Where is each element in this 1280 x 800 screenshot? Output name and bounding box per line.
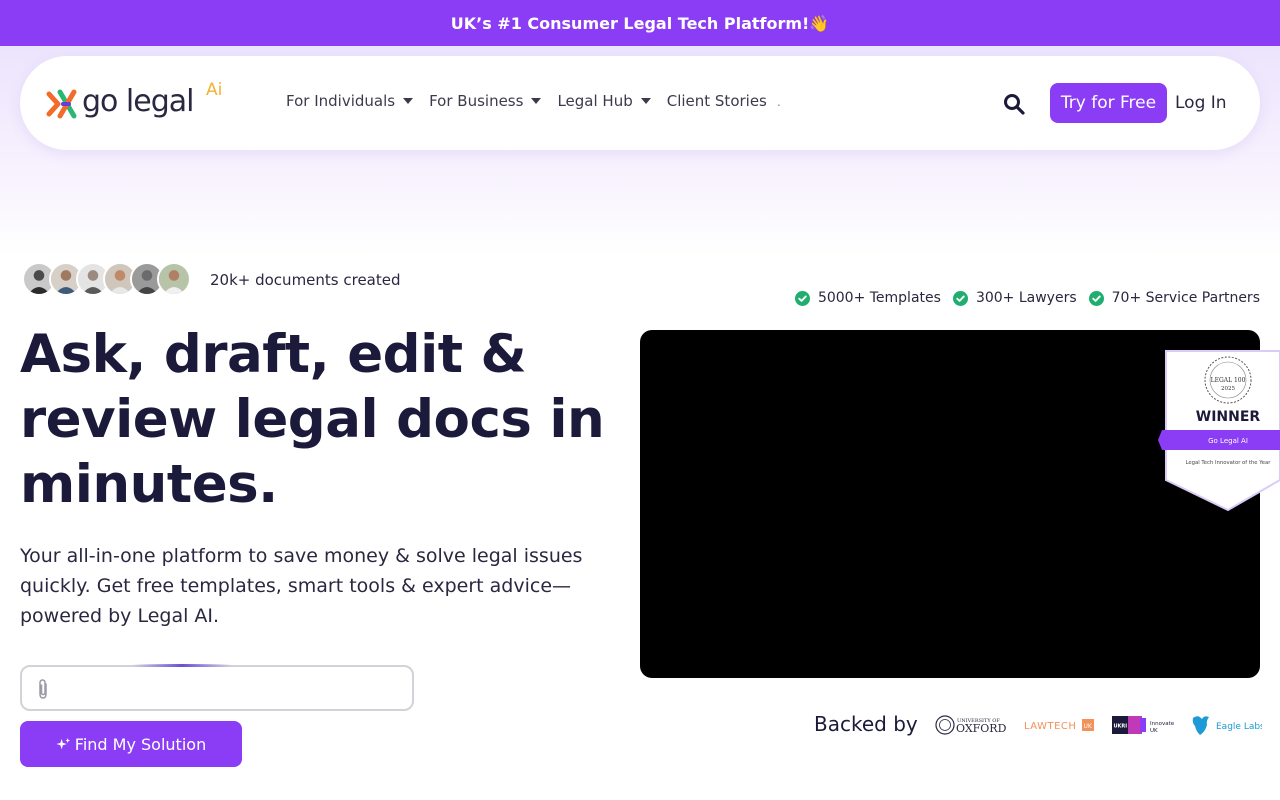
lawtech-uk-text: UK [1084,723,1093,730]
check-circle-icon [794,290,810,306]
chevron-down-icon [531,98,542,104]
hero-subtext: Your all-in-one platform to save money &… [20,545,583,627]
nav-overflow-dot: . [776,93,781,109]
logo[interactable]: go legal Ai [46,80,236,122]
chevron-down-icon [640,98,651,104]
log-in-link[interactable]: Log In [1175,93,1227,113]
nav-label: Legal Hub [557,92,633,110]
ukri-text: UKRI [1114,724,1128,730]
backed-by-label: Backed by [814,712,918,736]
promo-text: UK’s #1 Consumer Legal Tech Platform!👋 [450,13,830,33]
eagle-labs-logo: Eagle Labs [1192,716,1262,735]
hero-headline: Ask, draft, edit & review legal docs in … [20,324,605,515]
innovate-text: Innovate [1150,721,1175,727]
eagle-labs-text: Eagle Labs [1216,722,1262,732]
logo-wordmark: go legal [82,84,194,119]
nav-label: For Individuals [286,92,396,110]
try-for-free-button[interactable]: Try for Free [1050,83,1167,123]
stat-service-partners: 70+ Service Partners [1088,290,1260,306]
nav-label: Client Stories [666,92,767,110]
stat-label: 70+ Service Partners [1111,290,1260,306]
logo-mark-icon [46,89,77,119]
user-avatars [22,262,191,298]
winner-label: WINNER [1196,409,1261,425]
promo-banner: UK’s #1 Consumer Legal Tech Platform!👋 [0,0,1280,46]
nav-client-stories[interactable]: Client Stories [667,92,767,110]
chevron-down-icon [403,98,414,104]
search-icon[interactable] [1002,92,1026,116]
stat-label: 5000+ Templates [817,290,941,306]
lawtech-text: LAWTECH [1024,721,1076,732]
oxford-text: OXFORD [956,722,1007,735]
lawtech-uk-logo: LAWTECH UK [1024,719,1094,732]
innovate-uk-text: UK [1150,728,1158,734]
award-ribbon-text: Go Legal AI [1208,437,1248,445]
check-circle-icon [952,290,968,306]
logo-ai-mark: Ai [206,80,223,100]
oxford-logo: UNIVERSITY OF OXFORD [935,715,1007,735]
top-navbar: go legal Ai For Individuals For Business… [20,56,1260,150]
winner-award-badge: LEGAL 100 2025 WINNER Go Legal AI Legal … [1158,350,1280,512]
nav-legal-hub[interactable]: Legal Hub [557,92,651,110]
stat-templates: 5000+ Templates [794,290,941,306]
award-year: 2025 [1221,386,1235,392]
nav-for-business[interactable]: For Business [429,92,542,110]
eagle-icon [1192,716,1209,735]
paperclip-icon[interactable] [34,678,52,700]
find-my-solution-button[interactable]: Find My Solution [20,721,242,767]
main-nav: For Individuals For Business Legal Hub C… [286,92,781,110]
find-my-solution-label: Find My Solution [74,734,207,754]
prompt-box [20,664,414,711]
nav-label: For Business [429,92,524,110]
innovate-uk-logo: UKRI Innovate UK [1112,716,1175,734]
avatar [157,262,191,296]
sparkle-icon [56,737,70,749]
stat-lawyers: 300+ Lawyers [952,290,1077,306]
documents-created-count: 20k+ documents created [210,271,401,289]
trust-stats: 5000+ Templates 300+ Lawyers 70+ Service… [783,290,1260,306]
nav-for-individuals[interactable]: For Individuals [286,92,414,110]
award-category: Legal Tech Innovator of the Year [1186,460,1272,466]
prompt-input[interactable] [62,675,402,703]
check-circle-icon [1088,290,1104,306]
stat-label: 300+ Lawyers [975,290,1077,306]
award-title: LEGAL 100 [1211,377,1246,384]
